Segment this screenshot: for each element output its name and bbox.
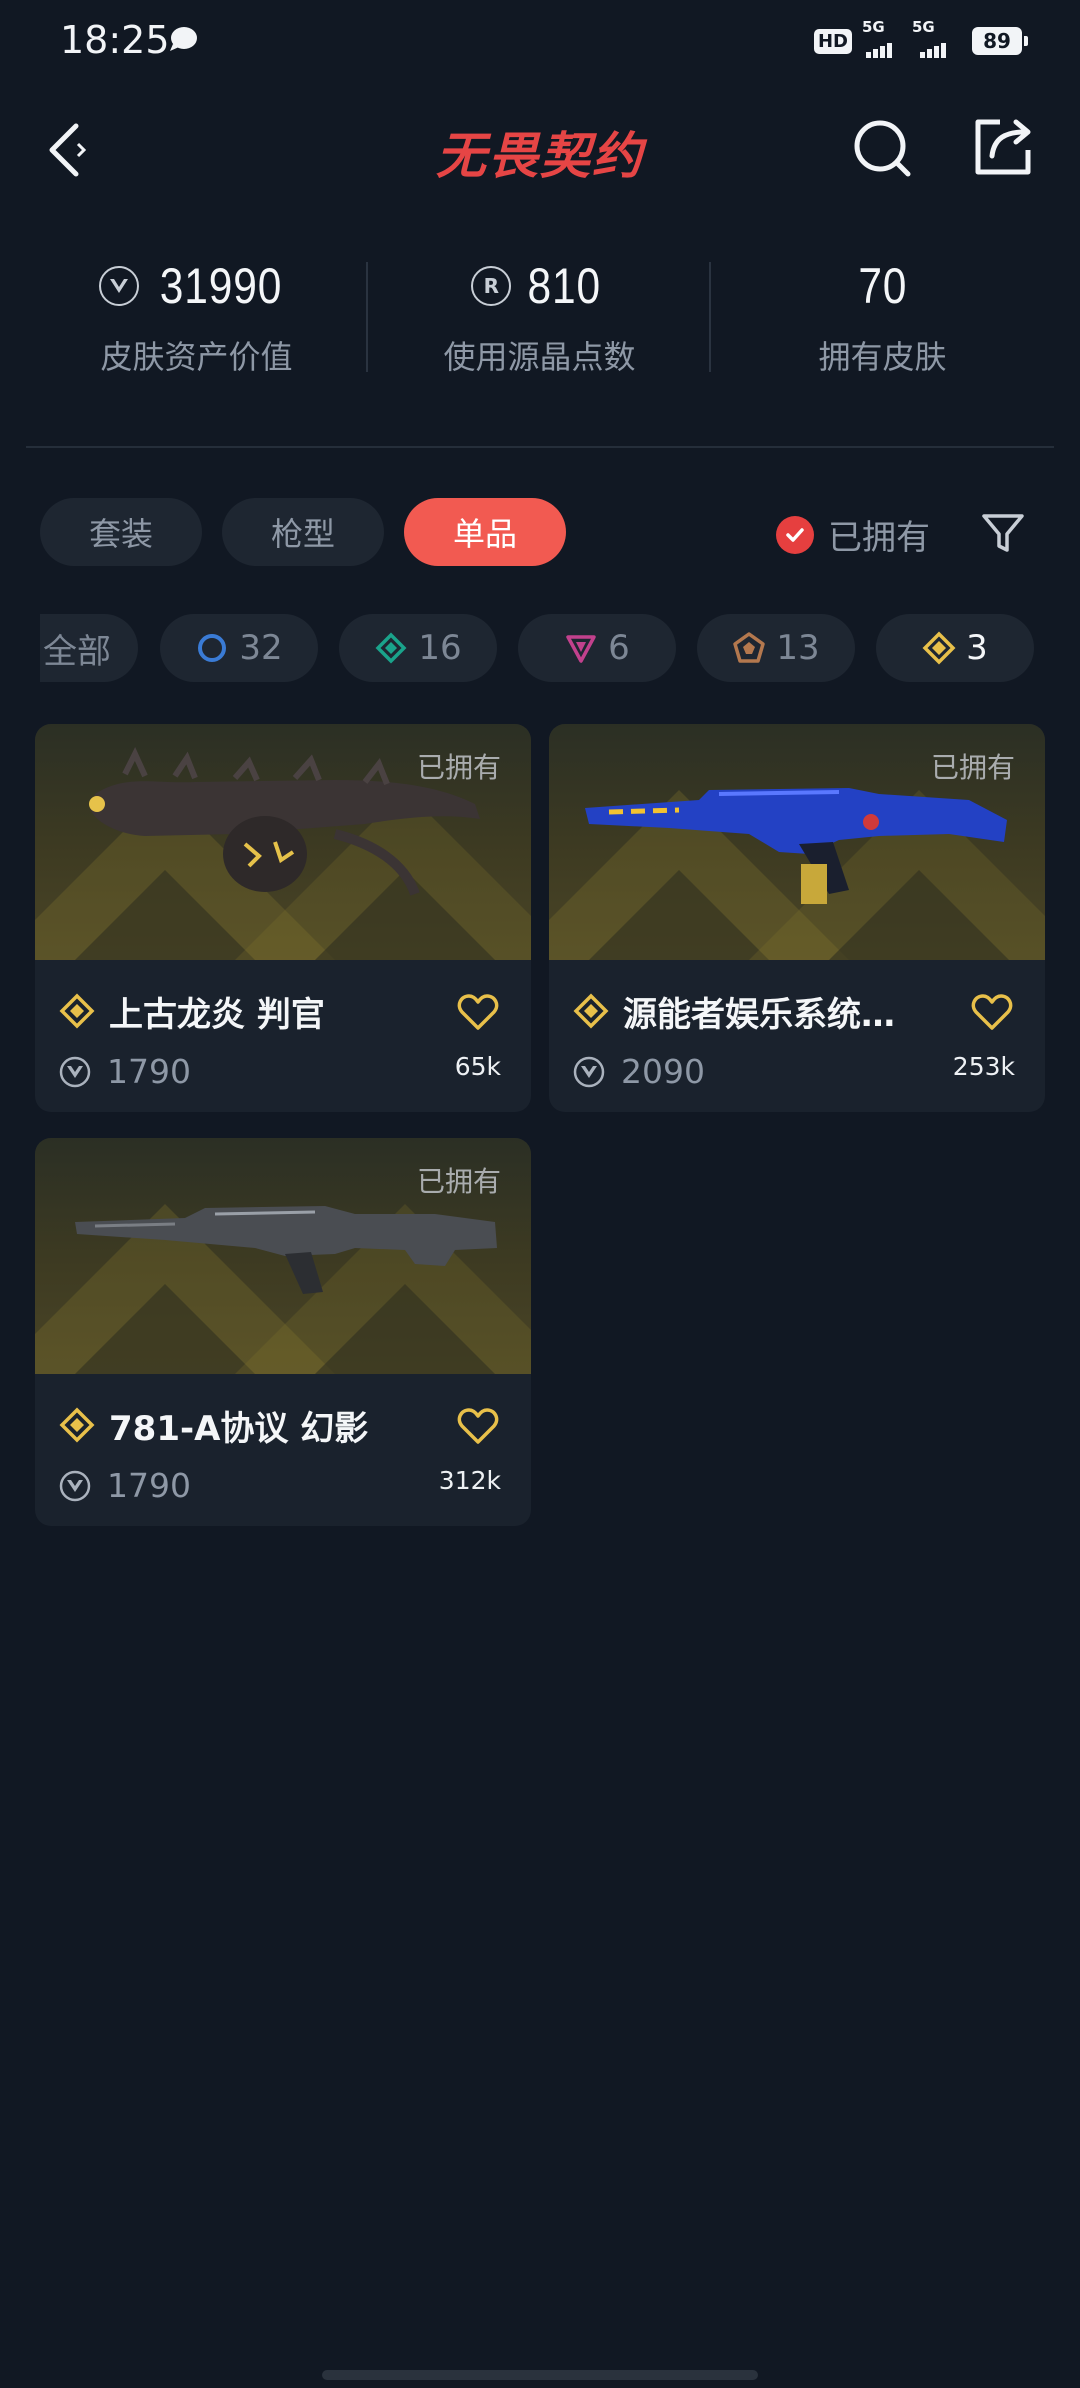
rarity-filter-chips: 全部 32 16 6 13 3 (40, 614, 1080, 684)
chip-premium-tier[interactable]: 6 (518, 614, 676, 682)
stat-label: 皮肤资产价值 (100, 338, 293, 376)
price-row: 1790 (59, 1466, 191, 1505)
price-row: 1790 (59, 1052, 191, 1091)
owned-filter-toggle[interactable]: 已拥有 (776, 510, 930, 559)
exclusive-tier-icon (573, 993, 609, 1029)
exclusive-tier-icon (59, 1407, 95, 1443)
vp-icon (59, 1470, 91, 1501)
battery-level: 89 (983, 29, 1011, 53)
skin-title: 上古龙炎 判官 (109, 994, 325, 1035)
chip-label: 全部 (43, 631, 111, 672)
stat-radianite-points: R 810 使用源晶点数 (368, 250, 711, 400)
deluxe-tier-icon (375, 632, 407, 664)
app-logo: 无畏契约 (436, 127, 644, 185)
card-title-row: 源能者娱乐系统… (573, 986, 1013, 1036)
radianite-icon: R (471, 266, 512, 306)
tab-bundles[interactable]: 套装 (40, 498, 202, 566)
like-count: 312k (438, 1466, 501, 1495)
chip-label: 6 (608, 628, 630, 668)
vp-icon (99, 266, 140, 306)
skin-price: 1790 (107, 1052, 191, 1091)
chip-ultra-tier[interactable]: 13 (697, 614, 855, 682)
signal-icon: 5G (862, 18, 902, 58)
skin-card[interactable]: 已拥有 781-A协议 幻影 1790 312k (35, 1138, 531, 1526)
skin-image: 已拥有 (35, 1138, 531, 1374)
chip-deluxe-tier[interactable]: 16 (339, 614, 497, 682)
premium-tier-icon (566, 635, 596, 663)
battery-icon: 89 (972, 27, 1028, 55)
signal-label: 5G (912, 18, 935, 36)
stat-owned-skins: 70 拥有皮肤 (711, 250, 1054, 400)
chip-all[interactable]: 全部 (40, 614, 138, 682)
header: 无畏契约 (0, 100, 1080, 200)
status-time: 18:25 (60, 18, 170, 62)
owned-filter-label: 已拥有 (828, 518, 930, 558)
owned-tag: 已拥有 (930, 751, 1015, 784)
check-icon (776, 515, 814, 554)
exclusive-tier-icon (922, 631, 956, 665)
filter-icon[interactable] (980, 510, 1026, 556)
home-indicator[interactable] (322, 2370, 758, 2380)
skin-title: 源能者娱乐系统… (623, 994, 895, 1035)
search-icon[interactable] (850, 116, 916, 182)
vp-icon (573, 1056, 605, 1087)
skin-image: 已拥有 (35, 724, 531, 960)
status-bar: 18:25 HD 5G 5G 89 (0, 0, 1080, 80)
chip-exclusive-tier[interactable]: 3 (876, 614, 1034, 682)
heart-icon[interactable] (971, 992, 1013, 1032)
divider (26, 446, 1054, 448)
chat-bubble-icon (170, 27, 197, 51)
stat-asset-value: 31990 皮肤资产价值 (25, 250, 368, 400)
like-count: 253k (952, 1052, 1015, 1081)
exclusive-tier-icon (59, 993, 95, 1029)
stat-label: 拥有皮肤 (818, 338, 947, 376)
chip-label: 13 (776, 628, 820, 668)
stat-value: 810 (527, 258, 602, 314)
hd-icon: HD (813, 28, 852, 54)
signal-label: 5G (862, 18, 885, 36)
category-tabs: 套装 枪型 单品 (40, 498, 566, 568)
select-tier-icon (198, 634, 227, 662)
status-icons: HD 5G 5G 89 (813, 18, 1028, 60)
stat-value: 31990 (160, 258, 283, 314)
chip-label: 32 (239, 628, 283, 668)
skin-card[interactable]: 已拥有 上古龙炎 判官 1790 65k (35, 724, 531, 1112)
stat-label: 使用源晶点数 (443, 338, 636, 376)
heart-icon[interactable] (457, 992, 499, 1032)
share-icon[interactable] (970, 114, 1036, 180)
skin-title: 781-A协议 幻影 (109, 1408, 369, 1449)
tab-single-items[interactable]: 单品 (404, 498, 566, 566)
skin-image: 已拥有 (549, 724, 1045, 960)
vp-icon (59, 1056, 91, 1087)
signal-icon: 5G (912, 18, 956, 58)
chip-label: 16 (418, 628, 462, 668)
skin-card[interactable]: 已拥有 源能者娱乐系统… 2090 253k (549, 724, 1045, 1112)
chip-label: 3 (966, 628, 988, 668)
skin-price: 2090 (621, 1052, 705, 1091)
stat-value: 70 (858, 258, 907, 314)
card-title-row: 781-A协议 幻影 (59, 1400, 499, 1450)
owned-tag: 已拥有 (416, 1165, 501, 1198)
tab-weapon-type[interactable]: 枪型 (222, 498, 384, 566)
owned-tag: 已拥有 (416, 751, 501, 784)
heart-icon[interactable] (457, 1406, 499, 1446)
app-screen: 18:25 HD 5G 5G 89 无畏契约 31990 皮肤资产价值 R 81… (0, 0, 1080, 2388)
like-count: 65k (454, 1052, 501, 1081)
price-row: 2090 (573, 1052, 705, 1091)
card-title-row: 上古龙炎 判官 (59, 986, 499, 1036)
ultra-tier-icon (733, 632, 766, 663)
skin-price: 1790 (107, 1466, 191, 1505)
stats-summary: 31990 皮肤资产价值 R 810 使用源晶点数 70 拥有皮肤 (0, 250, 1080, 400)
chip-select-tier[interactable]: 32 (160, 614, 318, 682)
